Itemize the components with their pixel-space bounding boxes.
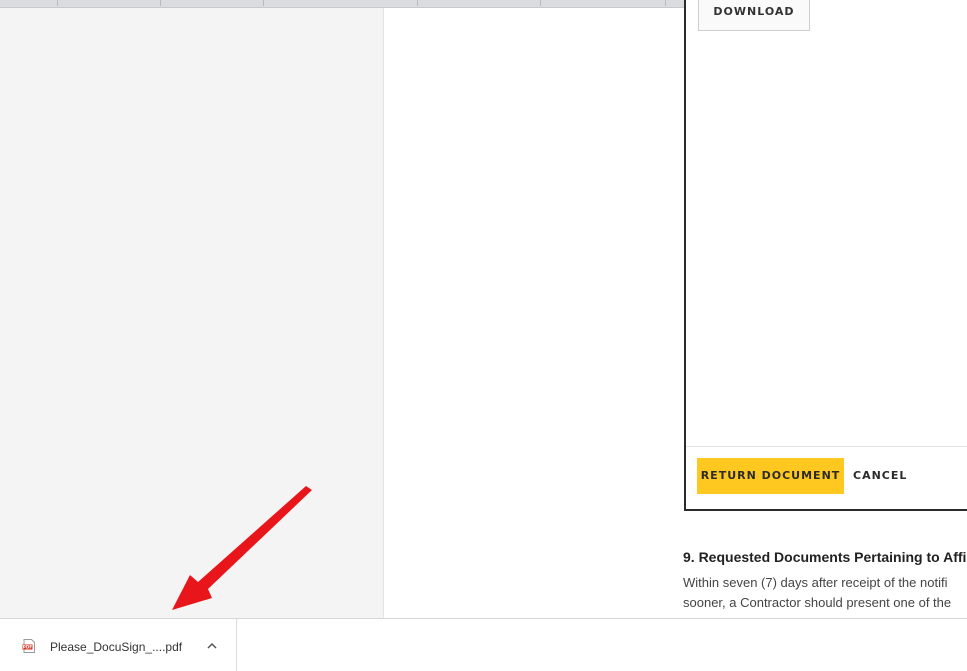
tab-separator [417,0,418,6]
download-button[interactable]: DOWNLOAD [698,0,810,31]
left-sidebar [0,8,384,618]
section-heading: 9. Requested Documents Pertaining to Aff… [683,549,967,565]
paragraph-line: Within seven (7) days after receipt of t… [683,575,948,590]
return-document-button[interactable]: RETURN DOCUMENT [697,458,844,494]
tab-separator [540,0,541,6]
tab-separator [263,0,264,6]
tab-separator [57,0,58,6]
pdf-file-icon: PDF [22,639,35,653]
svg-text:PDF: PDF [23,645,33,650]
cancel-button[interactable]: CANCEL [853,458,907,494]
download-file-name: Please_DocuSign_....pdf [50,640,183,654]
download-shelf: PDF Please_DocuSign_....pdf [0,618,967,671]
chevron-up-icon[interactable] [205,639,219,653]
download-item[interactable]: PDF Please_DocuSign_....pdf [0,619,237,671]
tab-separator [160,0,161,6]
paragraph-line: sooner, a Contractor should present one … [683,595,952,610]
panel-footer: RETURN DOCUMENT CANCEL [686,446,967,509]
document-panel: DOWNLOAD RETURN DOCUMENT CANCEL [684,0,967,511]
tab-separator [665,0,666,6]
